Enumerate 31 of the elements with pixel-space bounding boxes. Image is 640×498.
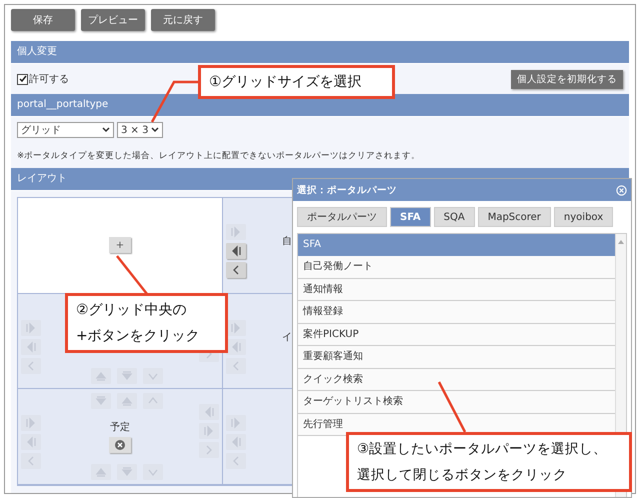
list-item[interactable]: 重要顧客通知 (298, 346, 615, 368)
callout-text: ③設置したいポータルパーツを選択し、 (357, 440, 608, 459)
list-item[interactable]: 情報登録 (298, 301, 615, 324)
list-item[interactable]: 案件PICKUP (298, 324, 615, 346)
type-select[interactable]: グリッド (17, 122, 114, 138)
callout-text: 選択して閉じるボタンをクリック (357, 466, 568, 485)
callout-text: +ボタンをクリック (76, 327, 201, 346)
section-header: portal__portaltype (11, 94, 629, 117)
add-button[interactable]: + (109, 237, 131, 254)
checkbox-label: 許可する (29, 72, 69, 86)
tab[interactable]: nyoibox (554, 207, 614, 227)
callout-text: ②グリッド中央の (76, 301, 188, 320)
note-text: ※ポータルタイプを変更した場合、レイアウト上に配置できないポータルパーツはクリアされます。 (17, 150, 422, 163)
toolbar-button[interactable]: プレビュー (81, 9, 145, 31)
tab[interactable]: SQA (434, 207, 475, 227)
toolbar-button[interactable]: 元に戻す (151, 9, 215, 31)
group-header: SFA (298, 234, 615, 256)
part-name: 自 (282, 235, 292, 248)
part-name: イ (282, 330, 292, 344)
size-select[interactable]: 3 × 3 (117, 122, 163, 138)
list-item[interactable]: ターゲットリスト検索 (298, 391, 615, 414)
tab[interactable]: ポータルパーツ (297, 207, 387, 227)
toolbar-button[interactable]: 保存 (11, 9, 75, 31)
tab[interactable]: MapScorer (478, 207, 551, 227)
list-item[interactable]: 通知情報 (298, 278, 615, 301)
section-header: 個人変更 (11, 41, 629, 64)
reset-button[interactable]: 個人設定を初期化する (511, 70, 623, 88)
part-name: 予定 (110, 420, 130, 434)
callout-text: ①グリッドサイズを選択 (209, 73, 363, 92)
list-item[interactable]: 自己発働ノート (298, 256, 615, 278)
list-item[interactable]: クイック検索 (298, 368, 615, 391)
